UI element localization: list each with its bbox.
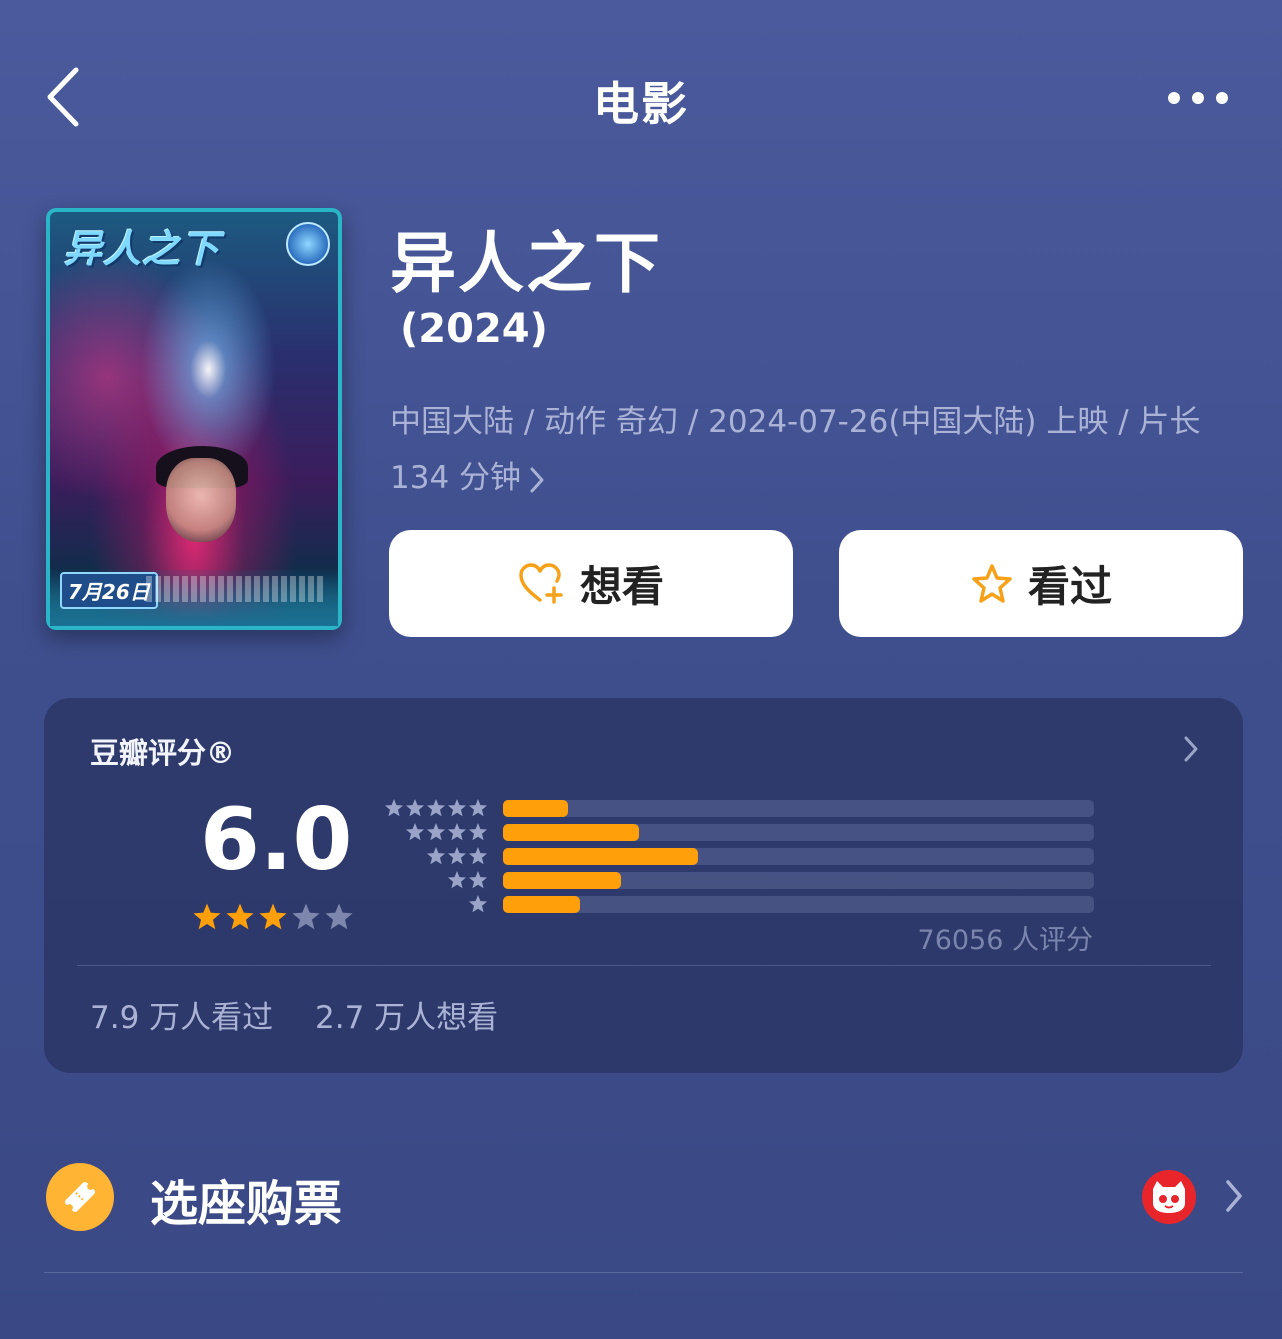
maoyan-cat-icon[interactable] [1142, 1170, 1196, 1224]
dist-stars-5 [382, 798, 488, 818]
dist-bar-5 [503, 800, 1094, 817]
rating-chevron-icon[interactable] [1180, 734, 1202, 764]
chevron-right-icon [530, 467, 544, 492]
star-icon [447, 847, 467, 865]
watched-label: 看过 [1027, 562, 1112, 611]
star-empty-icon [325, 903, 353, 930]
dist-bar-1 [503, 896, 1094, 913]
star-icon [426, 847, 446, 865]
star-icon [426, 799, 446, 817]
heart-plus-icon [519, 562, 563, 604]
dist-bar-fill-5 [503, 800, 568, 817]
card-divider [77, 965, 1211, 966]
rating-stars [192, 902, 354, 932]
buy-ticket-link[interactable]: 选座购票 [150, 1164, 342, 1234]
poster-date: 7月26日 [60, 572, 158, 609]
star-filled-icon [226, 903, 254, 930]
star-outline-icon [972, 563, 1012, 603]
star-icon [468, 847, 488, 865]
want-count: 2.7 万人想看 [315, 1000, 499, 1036]
star-icon [405, 799, 425, 817]
want-to-watch-label: 想看 [579, 562, 664, 611]
star-icon [384, 799, 404, 817]
dist-bar-4 [503, 824, 1094, 841]
star-icon [468, 895, 488, 913]
votes-count: 76056 人评分 [917, 925, 1093, 956]
dist-bar-fill-4 [503, 824, 639, 841]
star-icon [447, 871, 467, 889]
star-icon [426, 823, 446, 841]
more-dots-icon [1168, 92, 1228, 104]
rating-footer: 7.9 万人看过 2.7 万人想看 [90, 992, 530, 1037]
rating-label: 豆瓣评分® [90, 736, 236, 770]
rating-score: 6.0 [200, 790, 353, 890]
dist-stars-3 [382, 846, 488, 866]
ticket-chevron-icon[interactable] [1222, 1178, 1246, 1214]
ticket-glyph-icon [64, 1181, 96, 1213]
dist-bar-2 [503, 872, 1094, 889]
movie-poster[interactable]: 异人之下 7月26日 [46, 208, 342, 630]
star-filled-icon [259, 903, 287, 930]
star-filled-icon [193, 903, 221, 930]
poster-face [166, 458, 236, 542]
poster-credits [146, 576, 326, 602]
star-icon [468, 871, 488, 889]
poster-title-art: 异人之下 [64, 227, 221, 271]
star-icon [447, 823, 467, 841]
dist-stars-4 [382, 822, 488, 842]
more-button[interactable] [1160, 80, 1240, 116]
dist-stars-2 [382, 870, 488, 890]
dist-bar-3 [503, 848, 1094, 865]
star-empty-icon [292, 903, 320, 930]
movie-title: 异人之下 [390, 225, 662, 302]
ticket-icon[interactable] [46, 1163, 114, 1231]
star-icon [405, 823, 425, 841]
dist-bar-fill-1 [503, 896, 580, 913]
movie-meta[interactable]: 中国大陆 / 动作 奇幻 / 2024-07-26(中国大陆) 上映 / 片长1… [390, 394, 1240, 506]
ticket-divider [44, 1272, 1243, 1273]
want-to-watch-button[interactable]: 想看 [389, 530, 793, 637]
star-icon [468, 823, 488, 841]
movie-meta-text: 中国大陆 / 动作 奇幻 / 2024-07-26(中国大陆) 上映 / 片长1… [390, 404, 1201, 496]
dist-stars-1 [382, 894, 488, 914]
watched-button[interactable]: 看过 [839, 530, 1243, 637]
poster-badge-icon [286, 222, 330, 266]
movie-year: (2024) [400, 306, 548, 352]
seen-count: 7.9 万人看过 [90, 1000, 274, 1036]
dist-bar-fill-2 [503, 872, 622, 889]
star-icon [468, 799, 488, 817]
star-icon [447, 799, 467, 817]
page-title: 电影 [593, 77, 689, 131]
dist-bar-fill-3 [503, 848, 699, 865]
